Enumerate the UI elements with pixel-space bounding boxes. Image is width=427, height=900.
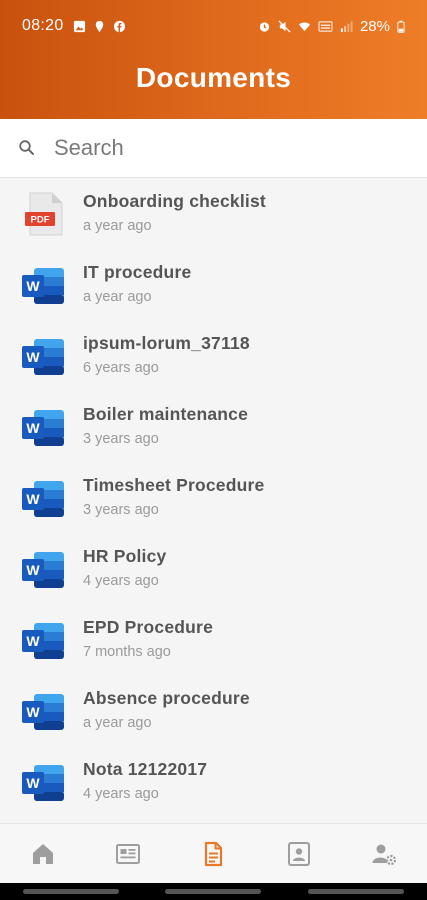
document-name: Timesheet Procedure	[83, 475, 265, 495]
document-text: Nota 12122017 4 years ago	[83, 759, 207, 802]
documents-icon	[199, 840, 227, 868]
document-date: 3 years ago	[83, 502, 159, 518]
document-date: a year ago	[83, 715, 152, 731]
word-badge-label: W	[26, 278, 40, 294]
pdf-badge-label: PDF	[31, 215, 50, 226]
signal-icon	[340, 20, 353, 32]
document-date: a year ago	[83, 218, 152, 234]
home-icon	[29, 840, 57, 868]
document-text: HR Policy 4 years ago	[83, 546, 167, 589]
list-item[interactable]: W Boiler maintenance 3 years ago	[0, 392, 427, 463]
gallery-icon	[73, 20, 85, 32]
document-name: IT procedure	[83, 262, 192, 282]
list-item[interactable]: PDF Onboarding checklist a year ago	[0, 179, 427, 250]
word-badge-label: W	[26, 349, 40, 365]
word-badge-label: W	[26, 562, 40, 578]
list-item[interactable]: W Nota 12122017 4 years ago	[0, 747, 427, 818]
app-header: 08:20 28% Documents	[0, 0, 427, 119]
document-text: Timesheet Procedure 3 years ago	[83, 475, 264, 518]
document-date: 4 years ago	[83, 786, 159, 802]
facebook-icon	[113, 20, 125, 32]
document-name: Boiler maintenance	[83, 404, 249, 424]
document-name: HR Policy	[83, 546, 167, 566]
pdf-file-icon: PDF	[22, 191, 64, 237]
document-text: ipsum-lorum_37118 6 years ago	[83, 333, 250, 376]
word-file-icon: W	[22, 404, 64, 450]
list-item[interactable]: Wipsum-lorum_37118 6 years ago	[0, 321, 427, 392]
word-file-icon: W	[22, 759, 64, 805]
mute-icon	[278, 19, 291, 33]
nav-button-contact-card[interactable]	[277, 832, 321, 876]
document-date: 4 years ago	[83, 573, 159, 589]
nav-button-documents[interactable]	[191, 832, 235, 876]
word-badge-label: W	[26, 775, 40, 791]
alarm-icon	[259, 21, 270, 32]
document-text: EPD Procedure 7 months ago	[83, 617, 213, 660]
location-icon	[95, 20, 103, 32]
bottom-navigation	[0, 823, 427, 883]
nav-button-news[interactable]	[106, 832, 150, 876]
word-file-icon: W	[22, 475, 64, 521]
word-file-icon: W	[22, 688, 64, 734]
recent-apps-button[interactable]	[23, 889, 120, 894]
document-text: Boiler maintenance 3 years ago	[83, 404, 248, 447]
wifi-icon	[298, 22, 311, 31]
battery-icon	[397, 20, 405, 33]
document-date: a year ago	[83, 289, 152, 305]
document-text: IT procedure a year ago	[83, 262, 191, 305]
nav-button-home[interactable]	[21, 832, 65, 876]
document-text: Absence procedure a year ago	[83, 688, 250, 731]
word-badge-label: W	[26, 704, 40, 720]
page-title: Documents	[135, 62, 292, 93]
status-time: 08:20	[22, 17, 64, 34]
search-icon	[19, 140, 34, 155]
document-date: 3 years ago	[83, 431, 159, 447]
document-date: 6 years ago	[83, 360, 159, 376]
contact-card-icon	[285, 840, 313, 868]
volte-icon	[318, 20, 333, 32]
list-item[interactable]: W EPD Procedure 7 months ago	[0, 605, 427, 676]
word-file-icon: W	[22, 546, 64, 592]
document-name: ipsum-lorum_37118	[83, 333, 250, 353]
document-name: Absence procedure	[83, 688, 250, 708]
system-navigation-bar	[0, 883, 427, 900]
home-button[interactable]	[165, 889, 262, 894]
word-file-icon: W	[22, 617, 64, 663]
document-date: 7 months ago	[83, 644, 171, 660]
document-name: Nota 12122017	[83, 759, 208, 779]
word-badge-label: W	[26, 633, 40, 649]
status-bar: 08:20 28%	[0, 0, 427, 52]
search-input[interactable]	[54, 135, 384, 161]
word-badge-label: W	[26, 420, 40, 436]
list-item[interactable]: W Timesheet Procedure 3 years ago	[0, 463, 427, 534]
back-button[interactable]	[307, 889, 404, 894]
document-text: Onboarding checklist a year ago	[83, 191, 266, 234]
document-list: PDF Onboarding checklist a year ago W IT pro…	[0, 179, 427, 818]
nav-button-user-settings[interactable]	[362, 832, 406, 876]
list-item[interactable]: W HR Policy 4 years ago	[0, 534, 427, 605]
word-badge-label: W	[26, 491, 40, 507]
word-file-icon: W	[22, 333, 64, 379]
list-item[interactable]: W IT procedure a year ago	[0, 250, 427, 321]
battery-percent: 28%	[359, 17, 390, 35]
search-bar[interactable]	[0, 119, 427, 178]
document-name: EPD Procedure	[83, 617, 214, 637]
news-icon	[114, 840, 142, 868]
list-item[interactable]: W Absence procedure a year ago	[0, 676, 427, 747]
document-name: Onboarding checklist	[83, 191, 266, 211]
word-file-icon: W	[22, 262, 64, 308]
user-settings-icon	[370, 840, 398, 868]
